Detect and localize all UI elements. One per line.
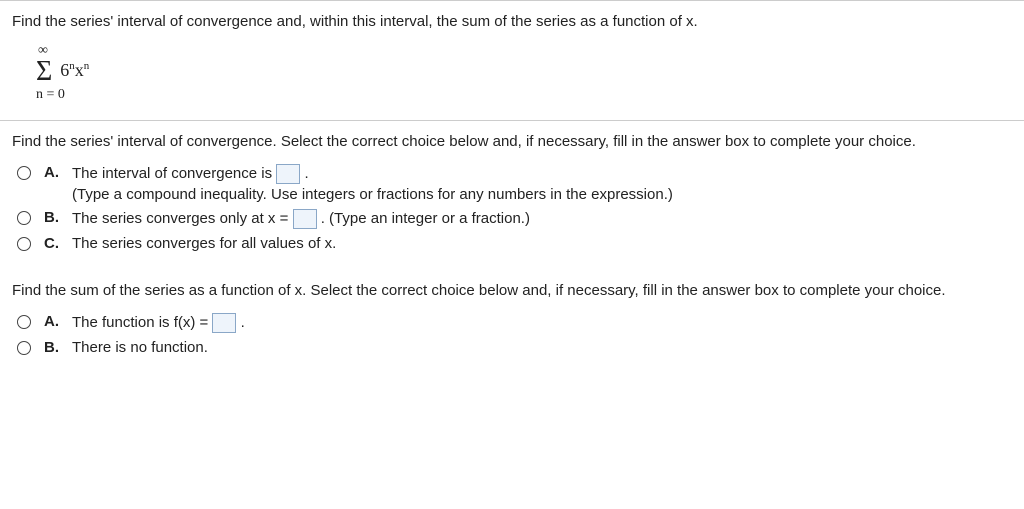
answer-box-p1b[interactable] xyxy=(293,209,317,229)
sigma-upper: ∞ xyxy=(38,44,1012,58)
part1-choice-b: B. The series converges only at x = . (T… xyxy=(12,209,1012,229)
part2: Find the sum of the series as a function… xyxy=(0,270,1024,374)
choice-text-post: . (Type an integer or a fraction.) xyxy=(321,210,530,227)
series-term: 6nxn xyxy=(60,61,89,79)
choice-text-pre: The interval of convergence is xyxy=(72,165,276,182)
choice-text: There is no function. xyxy=(72,339,1012,356)
choice-hint: (Type a compound inequality. Use integer… xyxy=(72,186,1012,203)
question-stem: Find the series' interval of convergence… xyxy=(0,1,1024,120)
choice-label: A. xyxy=(44,313,62,330)
choice-text-pre: The series converges only at x = xyxy=(72,210,293,227)
choice-label: A. xyxy=(44,164,62,181)
part2-instruction: Find the sum of the series as a function… xyxy=(12,282,1012,299)
part1-choice-a: A. The interval of convergence is . (Typ… xyxy=(12,164,1012,203)
sigma-symbol: Σ xyxy=(36,58,52,86)
choice-label: B. xyxy=(44,209,62,226)
part1-radio-a[interactable] xyxy=(17,166,31,180)
choice-text-pre: The function is f(x) = xyxy=(72,314,212,331)
part1: Find the series' interval of convergence… xyxy=(0,121,1024,270)
part1-instruction: Find the series' interval of convergence… xyxy=(12,133,1012,150)
part2-choice-a: A. The function is f(x) = . xyxy=(12,313,1012,333)
part1-radio-c[interactable] xyxy=(17,237,31,251)
part2-radio-a[interactable] xyxy=(17,315,31,329)
answer-box-p2a[interactable] xyxy=(212,313,236,333)
choice-text: The series converges for all values of x… xyxy=(72,235,1012,252)
question-prompt: Find the series' interval of convergence… xyxy=(12,13,1012,30)
choice-label: B. xyxy=(44,339,62,356)
part1-radio-b[interactable] xyxy=(17,211,31,225)
part2-radio-b[interactable] xyxy=(17,341,31,355)
choice-text-post: . xyxy=(304,165,308,182)
series-expression: ∞ Σ 6nxn n = 0 xyxy=(36,44,1012,102)
choice-text-post: . xyxy=(241,314,245,331)
answer-box-p1a[interactable] xyxy=(276,164,300,184)
choice-label: C. xyxy=(44,235,62,252)
sigma-lower: n = 0 xyxy=(36,88,1012,102)
part2-choice-b: B. There is no function. xyxy=(12,339,1012,356)
part1-choice-c: C. The series converges for all values o… xyxy=(12,235,1012,252)
